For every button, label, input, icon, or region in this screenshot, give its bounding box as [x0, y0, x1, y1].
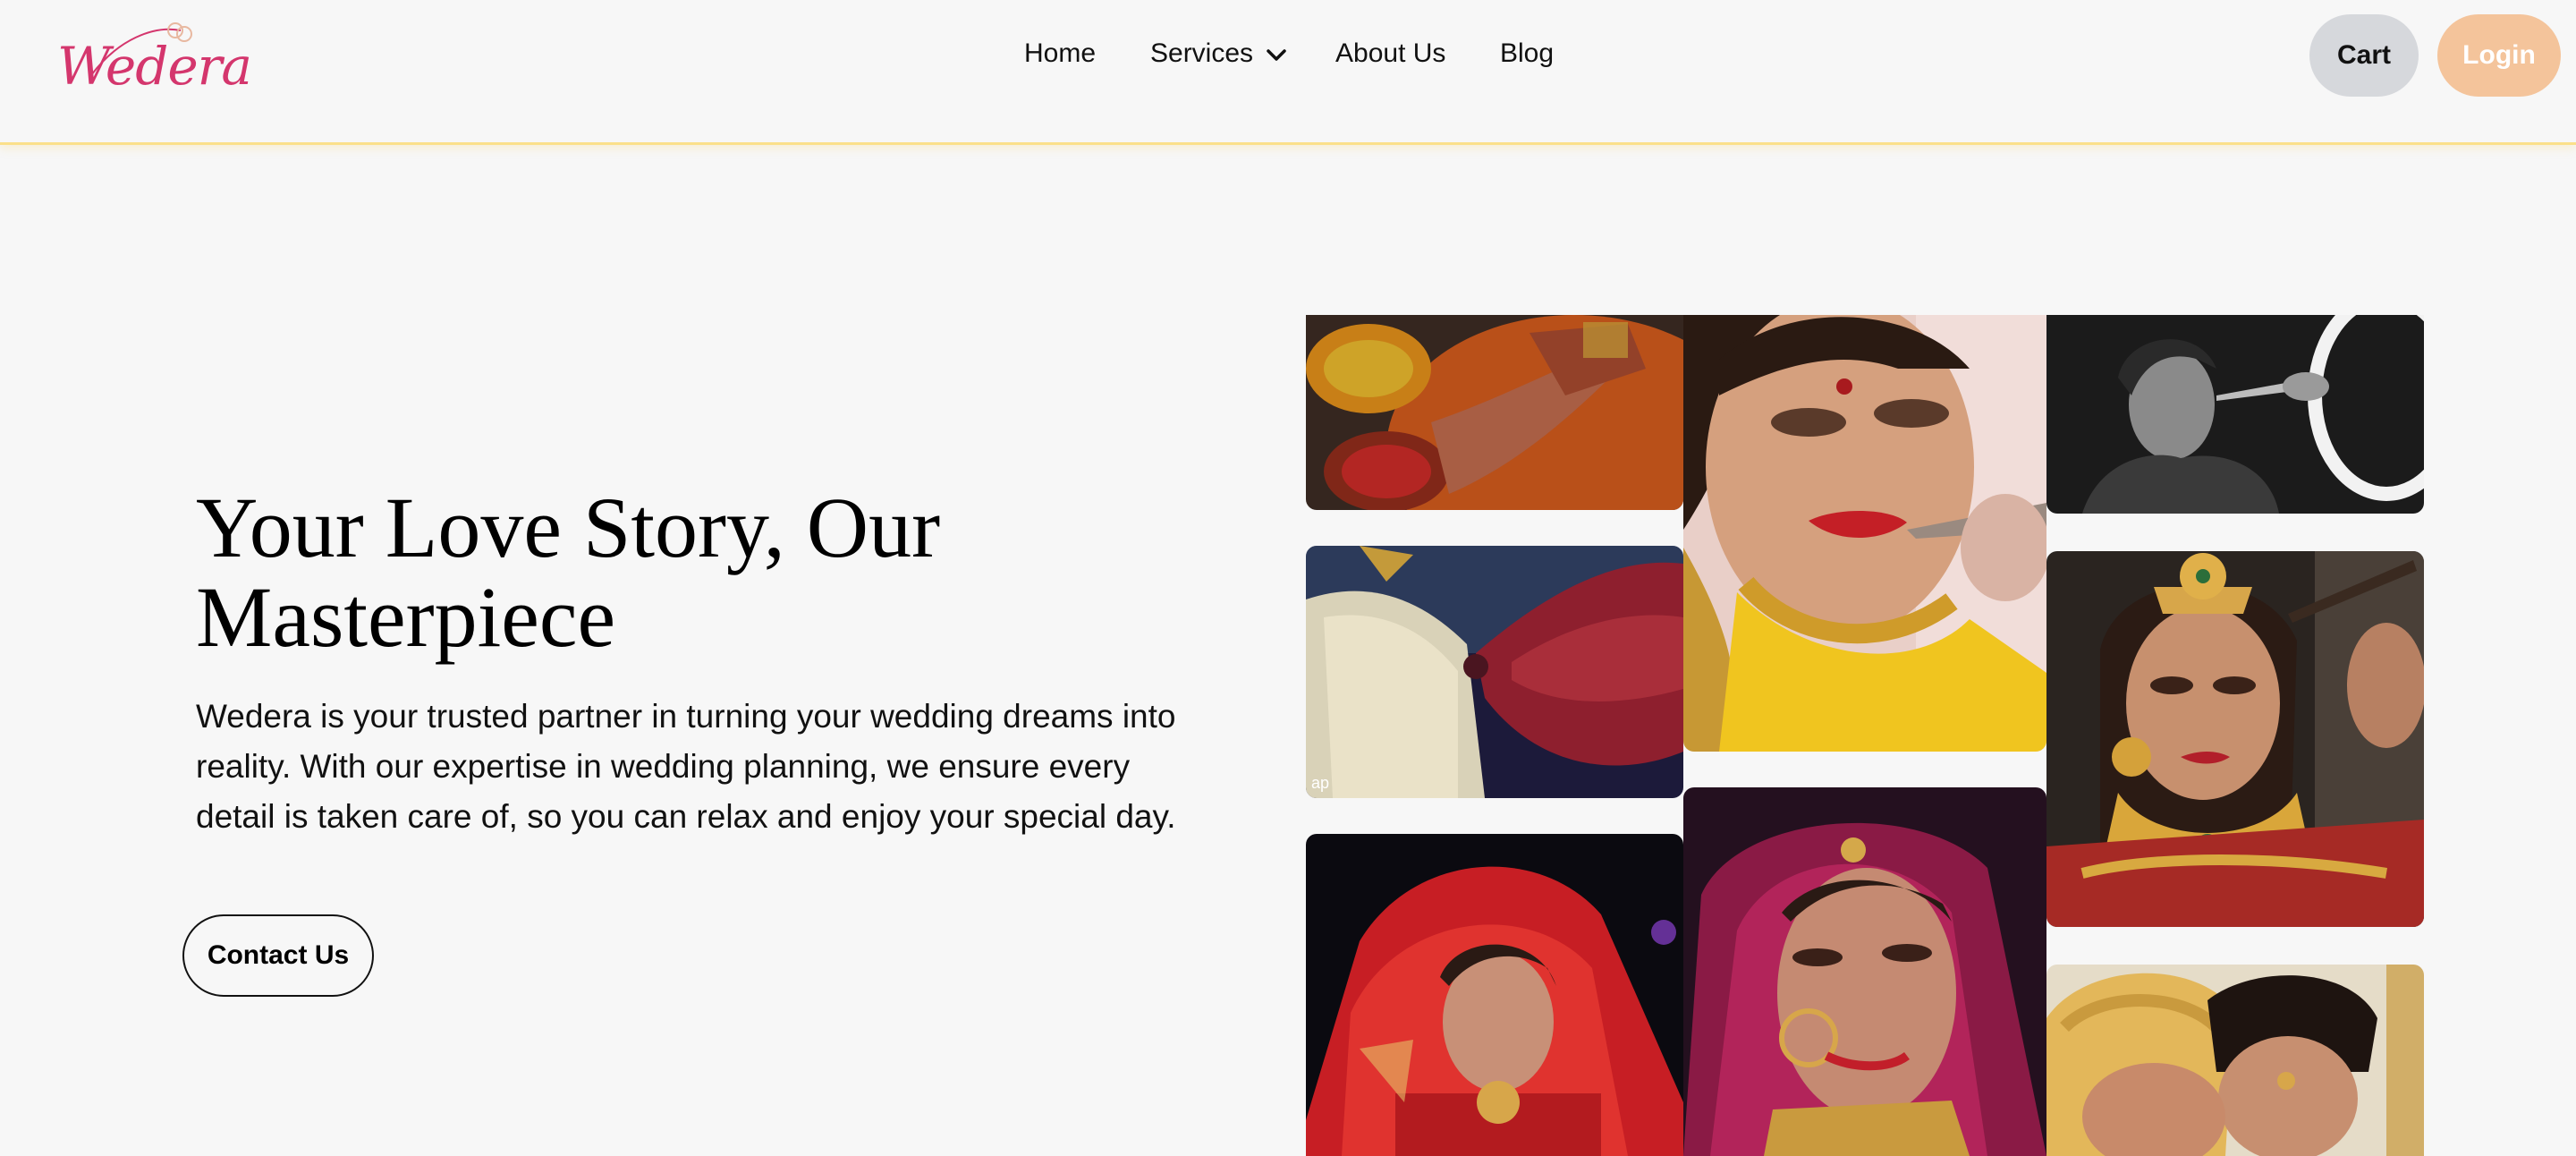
- login-button[interactable]: Login: [2437, 14, 2561, 97]
- gallery-image-mehndi: [1306, 315, 1683, 510]
- cart-button[interactable]: Cart: [2309, 14, 2419, 97]
- nav-about-us[interactable]: About Us: [1335, 38, 1445, 69]
- chevron-down-icon[interactable]: [1266, 47, 1287, 64]
- contact-us-button[interactable]: Contact Us: [182, 914, 374, 997]
- watermark-text: ap: [1311, 774, 1330, 792]
- hero-description: Wedera is your trusted partner in turnin…: [196, 698, 1176, 835]
- brand-logo[interactable]: Wedera: [55, 13, 252, 106]
- nav-services[interactable]: Services: [1150, 38, 1253, 69]
- logo-text: Wedera: [57, 36, 252, 97]
- nav-home[interactable]: Home: [1024, 38, 1096, 69]
- nav-blog[interactable]: Blog: [1500, 38, 1554, 69]
- hero-title: Your Love Story, Our Masterpiece: [196, 480, 941, 665]
- gallery-image-bride-eye-makeup: [2046, 551, 2424, 927]
- gallery-image-couple: [2046, 965, 2424, 1156]
- gallery-image-bride-pink-dupatta: [1683, 787, 2046, 1156]
- gallery-image-bride-lipstick: [1683, 315, 2046, 752]
- gallery-image-bride-red-veil: [1306, 834, 1683, 1156]
- gallery-image-makeup-ring-light: [2046, 315, 2424, 514]
- gallery-image-saree-fabric: ap: [1306, 546, 1683, 798]
- site-header: Wedera Home Services About Us Blog Cart …: [0, 0, 2576, 145]
